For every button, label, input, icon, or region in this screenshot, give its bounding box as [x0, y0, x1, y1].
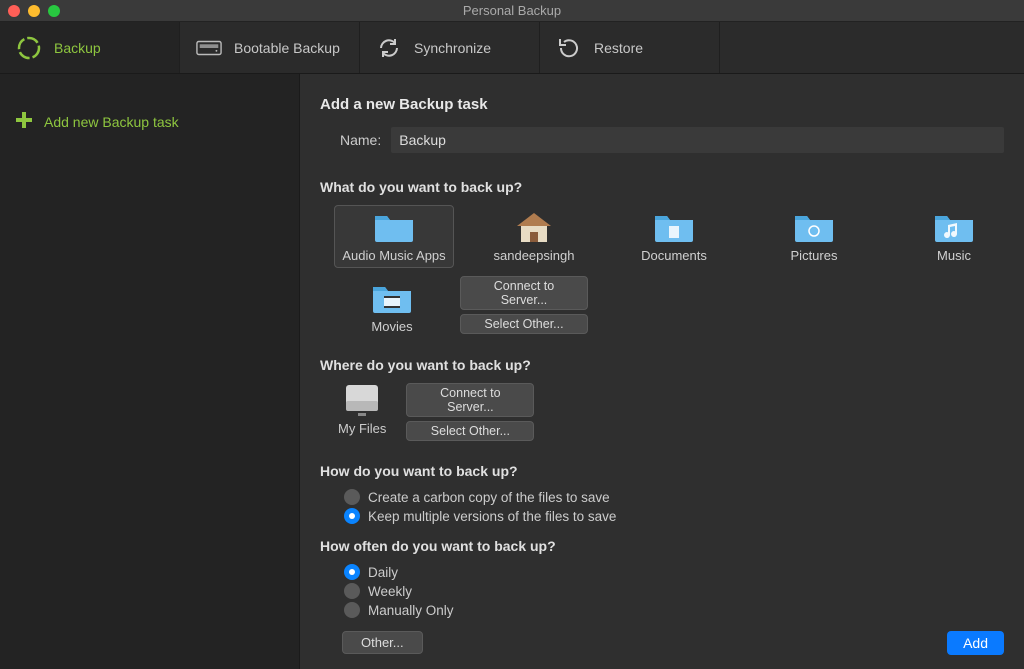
titlebar: Personal Backup	[0, 0, 1024, 22]
source-audio-label: Audio Music Apps	[342, 248, 445, 263]
other-schedule-button[interactable]: Other...	[342, 631, 423, 654]
destination-myfiles-label: My Files	[338, 421, 386, 436]
select-other-button-src[interactable]: Select Other...	[460, 314, 588, 334]
plus-icon	[14, 110, 34, 133]
name-label: Name:	[340, 132, 381, 148]
source-home-label: sandeepsingh	[494, 248, 575, 263]
source-movies-label: Movies	[371, 319, 412, 334]
radio-icon	[344, 489, 360, 505]
tab-sync-label: Synchronize	[414, 40, 491, 56]
radio-weekly[interactable]: Weekly	[344, 583, 1004, 599]
section-what: What do you want to back up?	[320, 179, 1004, 195]
tab-restore[interactable]: Restore	[540, 22, 720, 73]
restore-icon	[556, 35, 582, 61]
tab-backup[interactable]: Backup	[0, 22, 180, 73]
source-pictures[interactable]: Pictures	[754, 205, 874, 268]
tab-bootable[interactable]: Bootable Backup	[180, 22, 360, 73]
radio-daily[interactable]: Daily	[344, 564, 1004, 580]
radio-manually-label: Manually Only	[368, 603, 454, 618]
radio-versions-label: Keep multiple versions of the files to s…	[368, 509, 616, 524]
page-title: Add a new Backup task	[320, 96, 1004, 113]
bootable-icon	[196, 35, 222, 61]
section-how: How do you want to back up?	[320, 463, 1004, 479]
backup-icon	[16, 35, 42, 61]
add-backup-task-label: Add new Backup task	[44, 114, 179, 130]
add-button[interactable]: Add	[947, 631, 1004, 655]
radio-icon	[344, 583, 360, 599]
tab-bootable-label: Bootable Backup	[234, 40, 340, 56]
radio-manually[interactable]: Manually Only	[344, 602, 1004, 618]
window-title: Personal Backup	[0, 3, 1024, 18]
toolbar: Backup Bootable Backup Synchronize Resto…	[0, 22, 1024, 74]
destination-myfiles[interactable]: My Files	[338, 383, 386, 436]
source-documents-label: Documents	[641, 248, 707, 263]
sidebar: Add new Backup task	[0, 74, 300, 669]
select-other-button-dest[interactable]: Select Other...	[406, 421, 534, 441]
source-pictures-label: Pictures	[791, 248, 838, 263]
radio-icon	[344, 508, 360, 524]
radio-icon	[344, 602, 360, 618]
radio-carbon-label: Create a carbon copy of the files to sav…	[368, 490, 610, 505]
source-audio-music-apps[interactable]: Audio Music Apps	[334, 205, 454, 268]
source-documents[interactable]: Documents	[614, 205, 734, 268]
radio-carbon-copy[interactable]: Create a carbon copy of the files to sav…	[344, 489, 1004, 505]
name-input[interactable]	[391, 127, 1004, 153]
source-music-label: Music	[937, 248, 971, 263]
tab-synchronize[interactable]: Synchronize	[360, 22, 540, 73]
connect-server-button-src[interactable]: Connect to Server...	[460, 276, 588, 310]
source-home[interactable]: sandeepsingh	[474, 205, 594, 268]
add-backup-task-button[interactable]: Add new Backup task	[0, 94, 299, 149]
connect-server-button-dest[interactable]: Connect to Server...	[406, 383, 534, 417]
radio-daily-label: Daily	[368, 565, 398, 580]
sync-icon	[376, 35, 402, 61]
tab-backup-label: Backup	[54, 40, 101, 56]
main-panel: Add a new Backup task Name: What do you …	[300, 74, 1024, 669]
tab-restore-label: Restore	[594, 40, 643, 56]
section-where: Where do you want to back up?	[320, 357, 1004, 373]
radio-icon	[344, 564, 360, 580]
radio-keep-versions[interactable]: Keep multiple versions of the files to s…	[344, 508, 1004, 524]
section-when: How often do you want to back up?	[320, 538, 1004, 554]
radio-weekly-label: Weekly	[368, 584, 412, 599]
source-music[interactable]: Music	[894, 205, 1014, 268]
source-movies[interactable]: Movies	[342, 276, 442, 339]
